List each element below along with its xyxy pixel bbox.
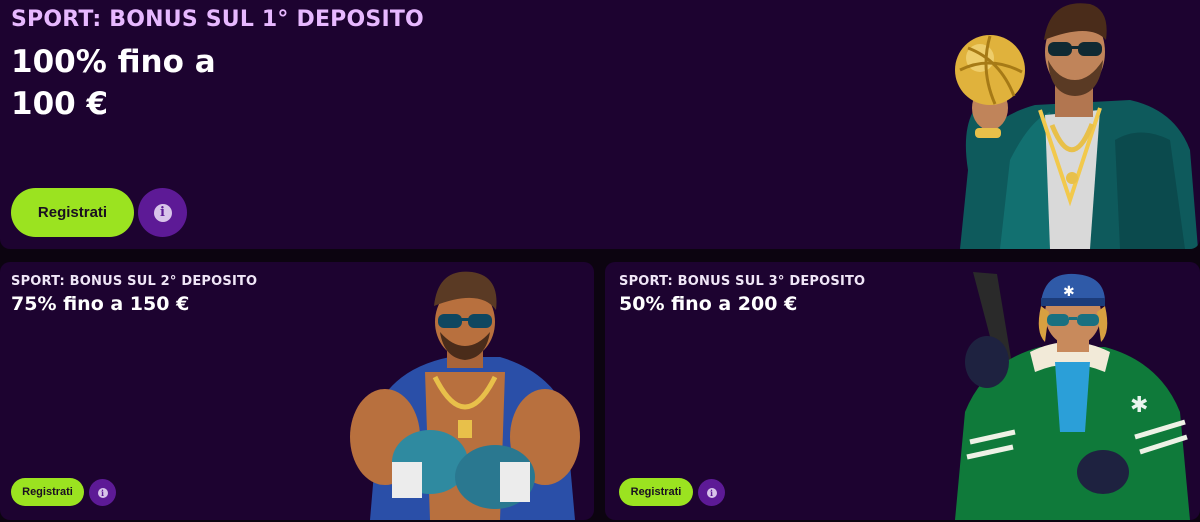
promo-headline-line1: 100% fino a — [11, 44, 216, 80]
info-icon: i — [97, 487, 108, 498]
svg-text:✱: ✱ — [1063, 284, 1075, 300]
boxer-illustration — [350, 271, 580, 520]
info-button[interactable]: i — [138, 188, 187, 237]
promo-card-first-deposit: SPORT: BONUS SUL 1° DEPOSITO 100% fino a… — [0, 0, 1200, 249]
info-button[interactable]: i — [89, 479, 116, 506]
info-button[interactable]: i — [698, 479, 725, 506]
promo-headline-line2: 100 € — [11, 86, 109, 122]
svg-text:✱: ✱ — [1130, 393, 1148, 418]
promo-kicker: SPORT: BONUS SUL 1° DEPOSITO — [11, 7, 424, 32]
promo-page: SPORT: BONUS SUL 1° DEPOSITO 100% fino a… — [0, 0, 1200, 522]
promo-headline: 75% fino a 150 € — [11, 293, 190, 315]
promo-kicker: SPORT: BONUS SUL 2° DEPOSITO — [11, 274, 258, 289]
register-button[interactable]: Registrati — [11, 478, 84, 506]
register-button[interactable]: Registrati — [11, 188, 134, 237]
info-icon: i — [706, 487, 717, 498]
hockey-player-illustration: ✱ ✱ — [955, 272, 1190, 520]
promo-headline: 50% fino a 200 € — [619, 293, 798, 315]
promo-card-third-deposit: SPORT: BONUS SUL 3° DEPOSITO 50% fino a … — [605, 262, 1200, 520]
footballer-illustration — [955, 3, 1198, 249]
info-icon: i — [153, 203, 172, 222]
promo-kicker: SPORT: BONUS SUL 3° DEPOSITO — [619, 274, 866, 289]
promo-card-second-deposit: SPORT: BONUS SUL 2° DEPOSITO 75% fino a … — [0, 262, 594, 520]
register-button[interactable]: Registrati — [619, 478, 693, 506]
